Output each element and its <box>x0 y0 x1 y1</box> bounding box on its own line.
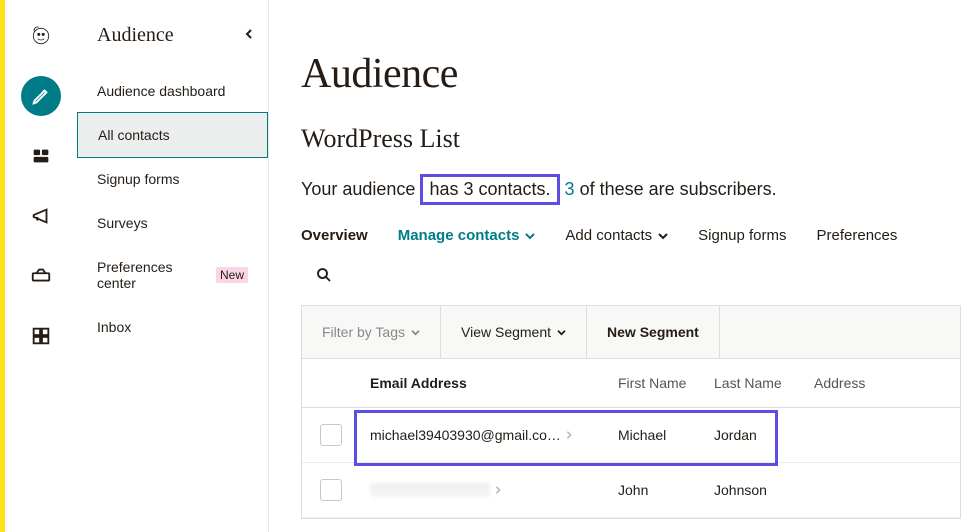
tab-label: Overview <box>301 227 368 244</box>
sidebar-item-label: All contacts <box>98 127 170 143</box>
sidebar-header: Audience <box>77 0 268 69</box>
sidebar-item-label: Audience dashboard <box>97 83 225 99</box>
sidebar-item-label: Preferences center <box>97 259 210 291</box>
cell-first-name: John <box>608 466 704 514</box>
chevron-down-icon <box>525 232 535 240</box>
logo-icon[interactable] <box>21 16 61 56</box>
cell-email[interactable]: michael39403930@gmail.co… <box>360 411 608 459</box>
audience-summary: Your audience has 3 contacts. 3 of these… <box>301 174 961 205</box>
cell-first-name: Michael <box>608 411 704 459</box>
collapse-icon[interactable] <box>244 27 254 44</box>
col-email[interactable]: Email Address <box>360 359 608 407</box>
automations-icon[interactable] <box>21 256 61 296</box>
cell-email[interactable] <box>360 467 608 513</box>
sidebar-item-label: Signup forms <box>97 171 179 187</box>
new-badge: New <box>216 267 248 283</box>
row-checkbox-cell <box>302 408 360 462</box>
cell-address <box>804 474 904 506</box>
tab-overview[interactable]: Overview <box>301 227 368 244</box>
filter-bar: Filter by Tags View Segment New Segment <box>301 306 961 359</box>
summary-highlight-text: has 3 contacts. <box>429 179 550 199</box>
search-icon[interactable] <box>315 271 333 287</box>
email-text: michael39403930@gmail.co… <box>370 427 561 443</box>
chevron-down-icon <box>658 232 668 240</box>
sidebar-item-all-contacts[interactable]: All contacts <box>77 112 268 158</box>
campaigns-icon[interactable] <box>21 196 61 236</box>
search-row <box>301 258 961 306</box>
tab-manage-contacts[interactable]: Manage contacts <box>398 227 536 244</box>
sidebar-item-inbox[interactable]: Inbox <box>77 305 268 349</box>
page-title: Audience <box>301 50 961 98</box>
sidebar-nav: Audience dashboard All contacts Signup f… <box>77 69 268 349</box>
tab-preferences[interactable]: Preferences <box>817 227 898 244</box>
cell-last-name: Jordan <box>704 411 804 459</box>
tab-label: Manage contacts <box>398 227 520 244</box>
chevron-right-icon <box>565 430 573 440</box>
sidebar-item-preferences-center[interactable]: Preferences center New <box>77 245 268 305</box>
col-first-name[interactable]: First Name <box>608 359 704 407</box>
cell-last-name: Johnson <box>704 466 804 514</box>
sidebar-item-label: Inbox <box>97 319 131 335</box>
tab-add-contacts[interactable]: Add contacts <box>565 227 668 244</box>
contacts-table: Email Address First Name Last Name Addre… <box>301 359 961 519</box>
table-header: Email Address First Name Last Name Addre… <box>302 359 960 408</box>
summary-text: Your audience <box>301 179 415 199</box>
audience-tabs: Overview Manage contacts Add contacts Si… <box>301 227 961 244</box>
chevron-down-icon <box>557 329 566 336</box>
redacted-email <box>370 483 490 497</box>
table-row[interactable]: John Johnson <box>302 463 960 518</box>
icon-rail <box>5 0 77 532</box>
subscriber-count: 3 <box>565 179 575 199</box>
sidebar-item-signup-forms[interactable]: Signup forms <box>77 157 268 201</box>
col-checkbox <box>302 367 360 399</box>
main-content: Audience WordPress List Your audience ha… <box>269 0 961 532</box>
row-checkbox[interactable] <box>320 424 342 446</box>
create-icon[interactable] <box>21 76 61 116</box>
col-address[interactable]: Address <box>804 359 904 407</box>
sidebar-item-dashboard[interactable]: Audience dashboard <box>77 69 268 113</box>
chevron-down-icon <box>411 329 420 336</box>
sidebar-title: Audience <box>97 24 174 47</box>
filter-label: Filter by Tags <box>322 324 405 340</box>
audience-icon[interactable] <box>21 136 61 176</box>
sidebar-item-label: Surveys <box>97 215 148 231</box>
summary-text-2: of these are subscribers. <box>575 179 777 199</box>
filter-label: View Segment <box>461 324 551 340</box>
apps-icon[interactable] <box>21 316 61 356</box>
highlight-contacts: has 3 contacts. <box>420 174 559 205</box>
new-segment-button[interactable]: New Segment <box>586 306 720 358</box>
filter-spacer <box>720 306 960 358</box>
tab-label: Add contacts <box>565 227 652 244</box>
chevron-right-icon <box>494 485 502 495</box>
sidebar-item-surveys[interactable]: Surveys <box>77 201 268 245</box>
col-last-name[interactable]: Last Name <box>704 359 804 407</box>
sidebar: Audience Audience dashboard All contacts… <box>77 0 269 532</box>
row-checkbox-cell <box>302 463 360 517</box>
cell-address <box>804 419 904 451</box>
list-name: WordPress List <box>301 124 961 154</box>
table-row[interactable]: michael39403930@gmail.co… Michael Jordan <box>302 408 960 463</box>
tab-signup-forms[interactable]: Signup forms <box>698 227 786 244</box>
tab-label: Preferences <box>817 227 898 244</box>
filter-by-tags[interactable]: Filter by Tags <box>302 306 441 358</box>
filter-label: New Segment <box>607 324 699 340</box>
row-checkbox[interactable] <box>320 479 342 501</box>
tab-label: Signup forms <box>698 227 786 244</box>
view-segment[interactable]: View Segment <box>441 306 586 358</box>
